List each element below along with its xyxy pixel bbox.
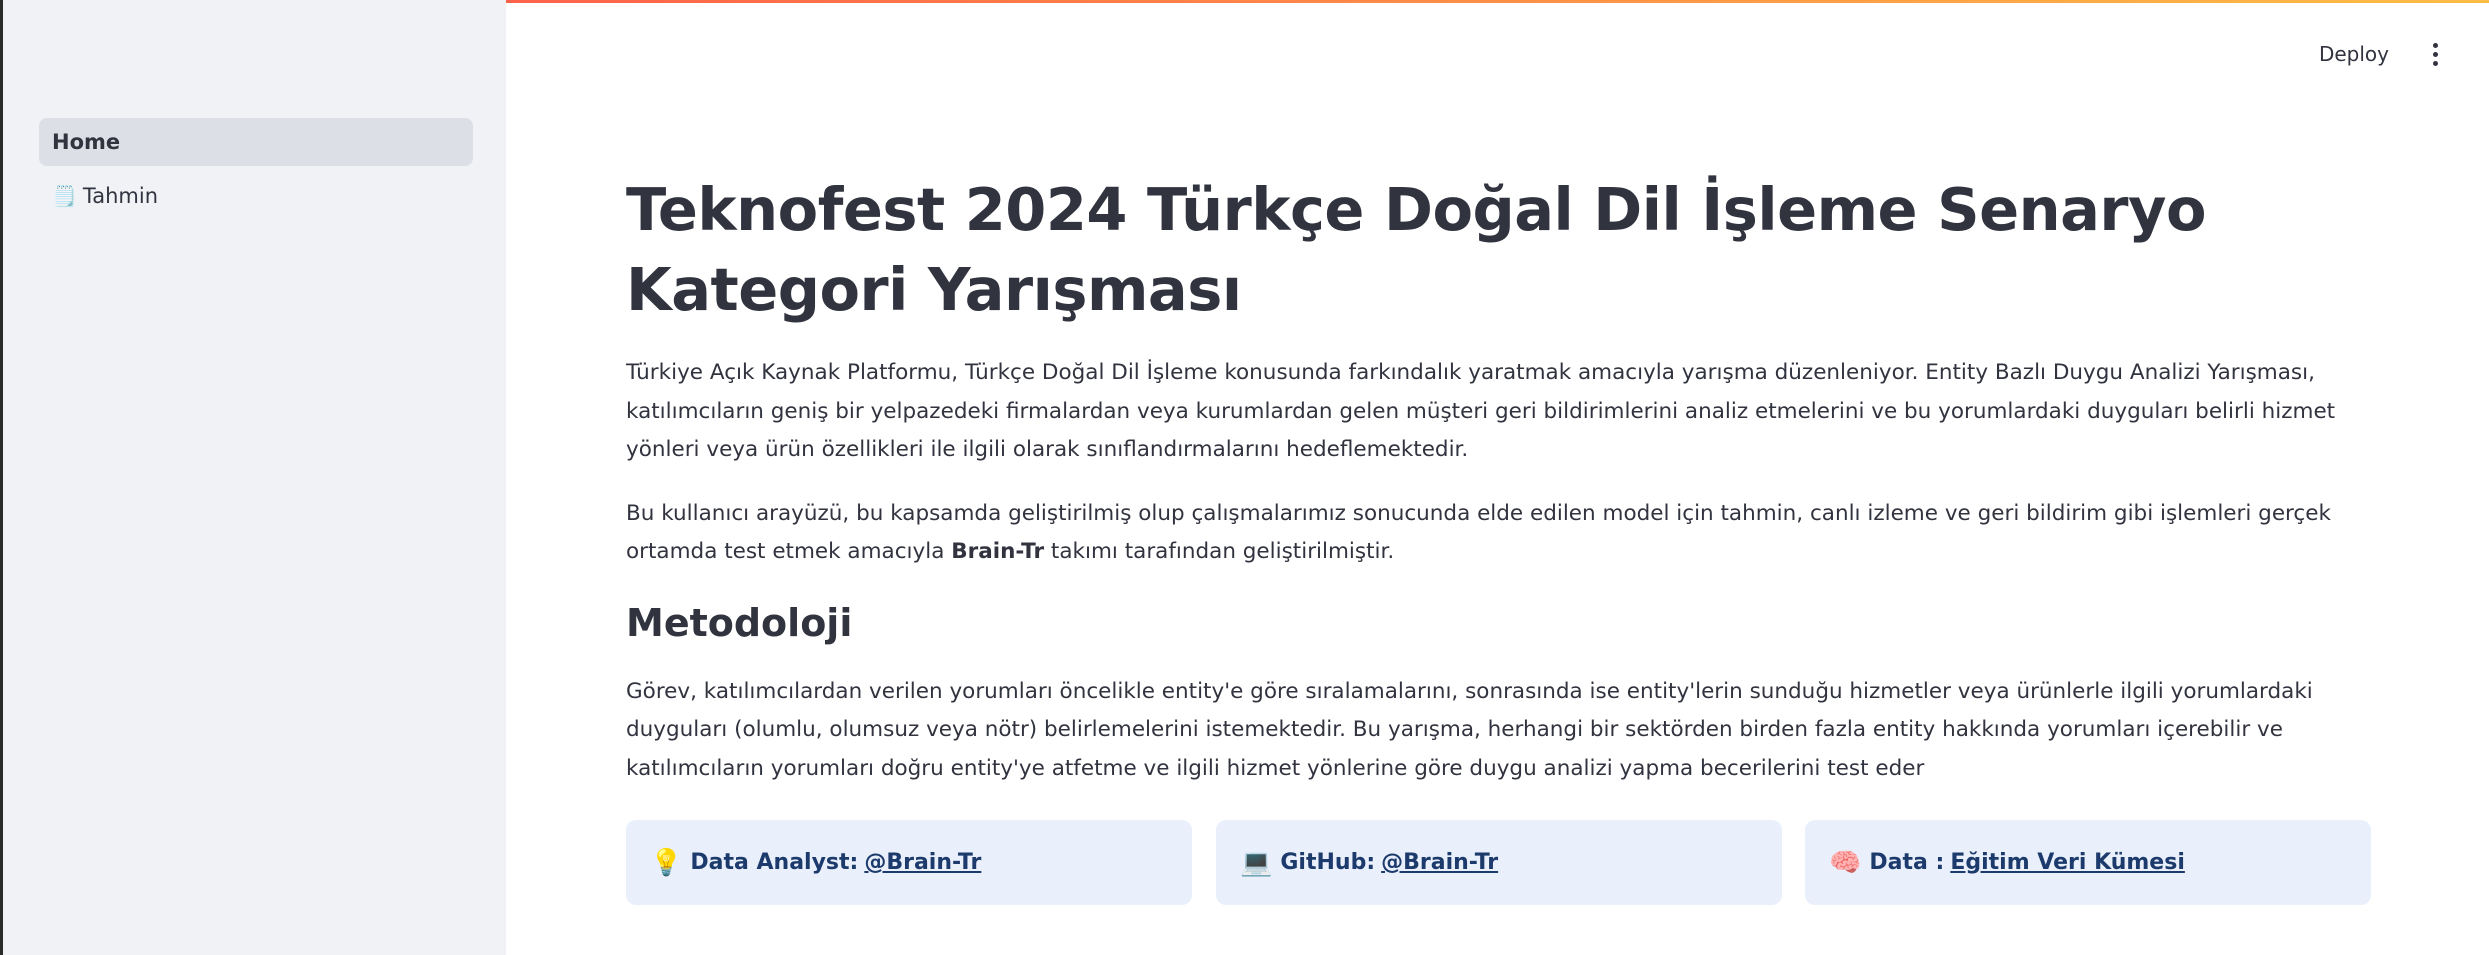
info-card-github: 💻 GitHub: @Brain-Tr — [1216, 820, 1782, 905]
sidebar-item-tahmin[interactable]: 🗒️ Tahmin — [39, 172, 473, 220]
github-link[interactable]: @Brain-Tr — [1381, 850, 1498, 875]
sidebar-item-home[interactable]: Home — [39, 118, 473, 166]
info-card-data-analyst: 💡 Data Analyst: @Brain-Tr — [626, 820, 1192, 905]
laptop-icon: 💻 — [1240, 847, 1273, 878]
page-title: Teknofest 2024 Türkçe Doğal Dil İşleme S… — [626, 175, 2207, 324]
brain-icon: 🧠 — [1829, 847, 1862, 878]
deploy-button[interactable]: Deploy — [2301, 36, 2407, 72]
methodology-paragraph: Görev, katılımcılardan verilen yorumları… — [626, 678, 2313, 781]
sidebar: Home 🗒️ Tahmin — [0, 0, 506, 955]
more-vertical-icon[interactable] — [2417, 36, 2453, 72]
main-content: Teknofest 2024 Türkçe Doğal Dil İşleme S… — [626, 170, 2371, 813]
info-cards: 💡 Data Analyst: @Brain-Tr 💻 GitHub: @Bra… — [626, 820, 2371, 905]
card-label: GitHub: — [1280, 850, 1376, 875]
sidebar-item-label: Home — [52, 130, 121, 154]
card-label: Data Analyst: — [690, 850, 859, 875]
methodology-heading: Metodoloji — [626, 600, 853, 645]
lightbulb-icon: 💡 — [650, 847, 683, 878]
dataset-link[interactable]: Eğitim Veri Kümesi — [1950, 850, 2185, 875]
intro-paragraph: Türkiye Açık Kaynak Platformu, Türkçe Do… — [626, 360, 2336, 462]
ui-description-text: Bu kullanıcı arayüzü, bu kapsamda gelişt… — [626, 500, 2331, 565]
sidebar-item-label: Tahmin — [82, 184, 159, 208]
header-actions: Deploy — [2301, 36, 2453, 72]
ui-description-text-end: takımı tarafından geliştirilmiştir. — [1044, 539, 1395, 564]
ui-description-paragraph: Bu kullanıcı arayüzü, bu kapsamda gelişt… — [626, 495, 2371, 572]
card-label: Data : — [1869, 850, 1945, 875]
data-analyst-link[interactable]: @Brain-Tr — [864, 850, 981, 875]
notepad-icon: 🗒️ — [52, 184, 77, 208]
team-name: Brain-Tr — [951, 539, 1045, 564]
info-card-data: 🧠 Data : Eğitim Veri Kümesi — [1805, 820, 2371, 905]
